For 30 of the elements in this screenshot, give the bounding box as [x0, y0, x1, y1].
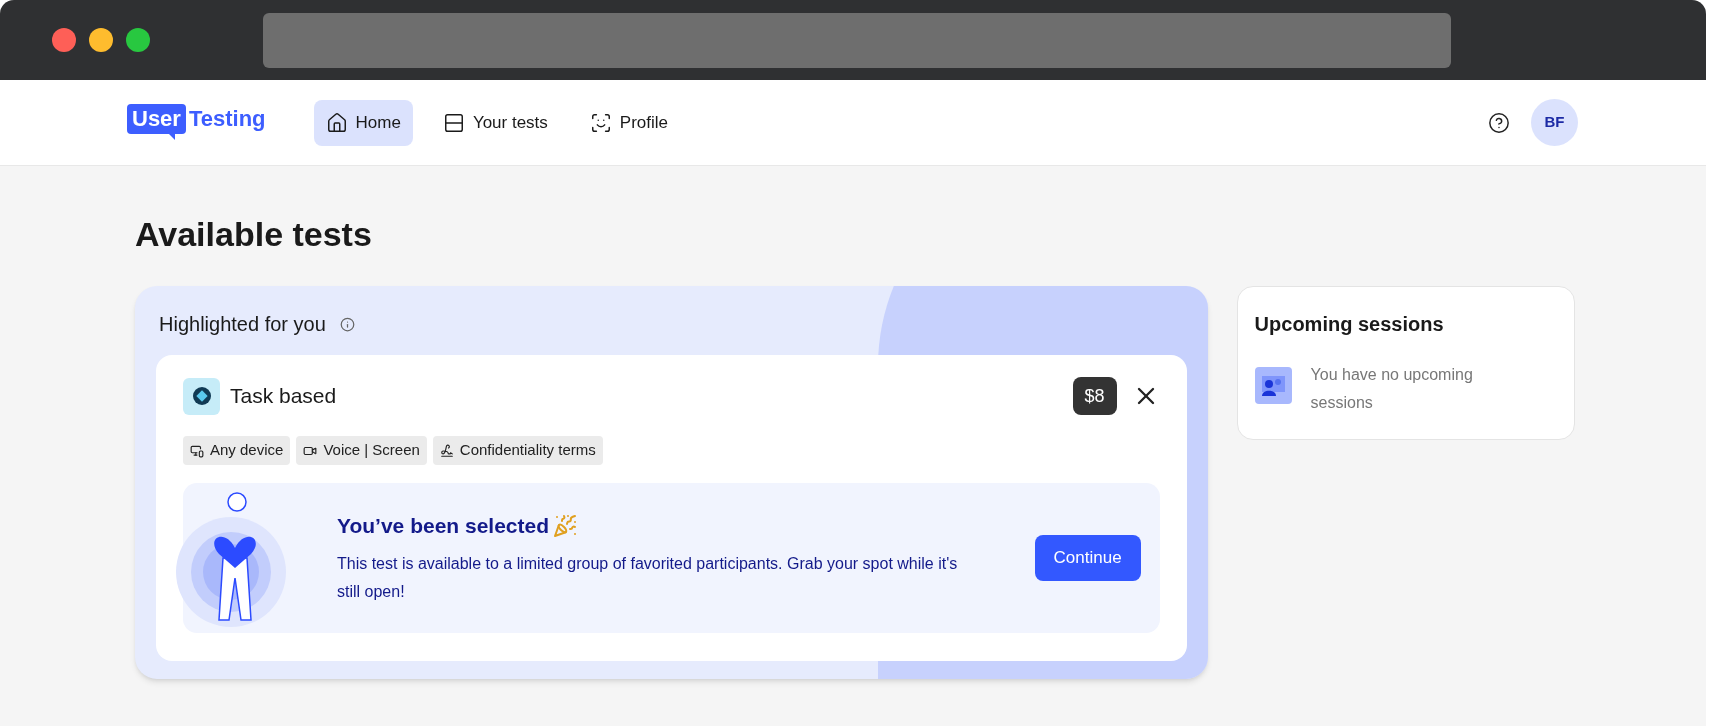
test-name: Task based: [230, 383, 337, 410]
devices-icon: [190, 443, 204, 458]
minimize-window-icon[interactable]: [89, 28, 113, 52]
rows-icon: [442, 111, 465, 134]
continue-button[interactable]: Continue: [1034, 535, 1141, 581]
test-tag: Confidentiality terms: [432, 436, 603, 465]
people-on-screen-icon: [1254, 367, 1292, 404]
page-title: Available tests: [135, 214, 373, 254]
logo[interactable]: User Testing: [127, 100, 266, 145]
signature-icon: [439, 443, 454, 458]
zoom-window-icon[interactable]: [126, 28, 150, 52]
test-tag: Any device: [183, 436, 291, 465]
banner-title: You’ve been selected: [337, 513, 550, 540]
nav-tab[interactable]: Profile: [577, 99, 681, 146]
test-type-icon: [183, 377, 220, 415]
close-window-icon[interactable]: [52, 28, 76, 52]
party-popper-icon: [553, 514, 578, 538]
house-icon: [325, 111, 348, 134]
info-icon[interactable]: [339, 316, 355, 332]
nav-tab[interactable]: Your tests: [430, 99, 560, 146]
nav-tab[interactable]: Home: [313, 99, 413, 146]
test-tag: Voice | Screen: [296, 436, 427, 465]
price-badge: $8: [1072, 377, 1117, 415]
banner-text: This test is available to a limited group of favorited participants. Grab your spot while it's still open!: [337, 553, 959, 602]
card-title: Upcoming sessions: [1254, 312, 1445, 337]
face-frame-icon: [589, 111, 612, 134]
help-icon[interactable]: [1488, 111, 1510, 134]
section-title: Highlighted for you: [159, 312, 326, 337]
user-avatar[interactable]: BF: [1531, 99, 1578, 146]
empty-sessions-text: You have no upcoming sessions: [1310, 365, 1474, 413]
